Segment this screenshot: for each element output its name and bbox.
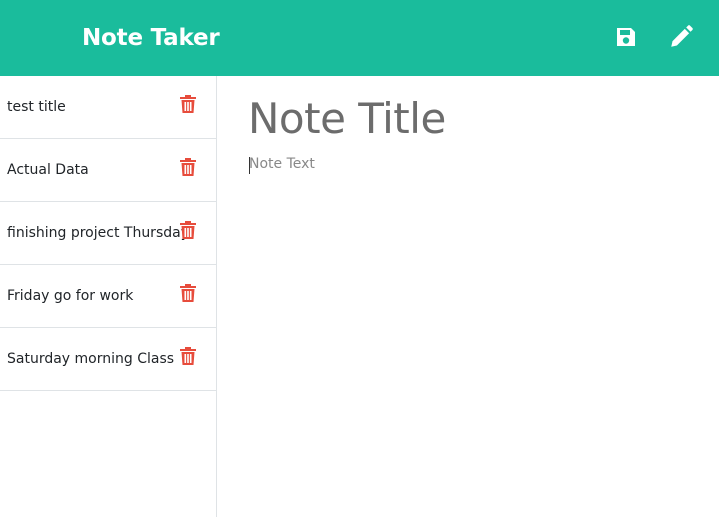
text-cursor [249,157,250,174]
note-item-title[interactable]: finishing project Thursday [7,202,189,265]
trash-icon[interactable] [179,94,197,114]
list-item[interactable]: Saturday morning Class [0,328,216,391]
note-item-title[interactable]: Friday go for work [7,265,133,328]
note-text-input[interactable] [249,156,699,456]
list-item[interactable]: Friday go for work [0,265,216,328]
note-list: test title Actual Data finishing project… [0,76,216,391]
trash-icon[interactable] [179,283,197,303]
pencil-icon [671,25,693,47]
trash-icon[interactable] [179,346,197,366]
note-item-title[interactable]: Actual Data [7,139,89,202]
save-note-icon[interactable] [611,22,641,52]
save-icon [617,28,635,46]
note-sidebar: test title Actual Data finishing project… [0,76,217,517]
new-note-icon[interactable] [666,22,696,52]
trash-icon[interactable] [179,157,197,177]
trash-icon[interactable] [179,220,197,240]
note-item-title[interactable]: test title [7,76,66,139]
note-item-title[interactable]: Saturday morning Class [7,328,174,391]
list-item[interactable]: finishing project Thursday [0,202,216,265]
navbar: Note Taker [0,0,719,76]
app-title[interactable]: Note Taker [82,20,220,56]
list-item[interactable]: test title [0,76,216,139]
list-item[interactable]: Actual Data [0,139,216,202]
note-editor [218,76,719,517]
note-title-input[interactable] [248,90,698,146]
